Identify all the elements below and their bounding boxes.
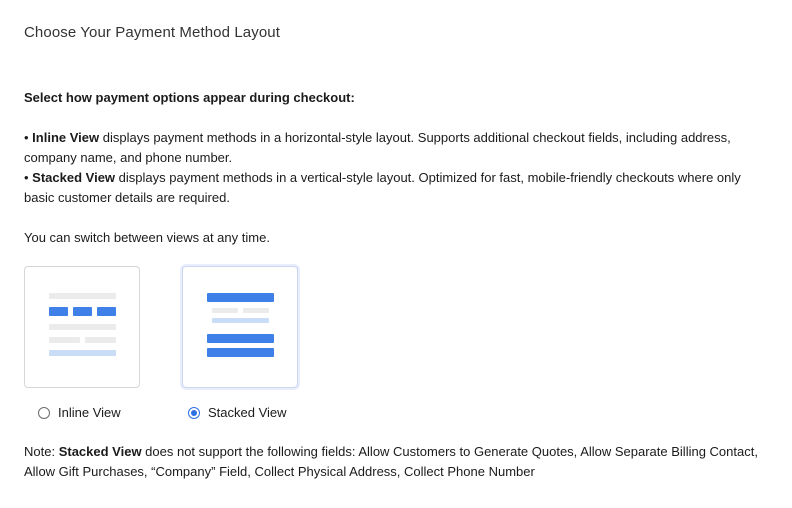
inline-view-radio-option[interactable]: Inline View — [38, 405, 121, 420]
inline-view-radio[interactable] — [38, 406, 50, 419]
switch-note: You can switch between views at any time… — [24, 230, 270, 245]
layout-description: Select how payment options appear during… — [24, 88, 764, 248]
preview-bar — [85, 337, 116, 343]
preview-button — [49, 307, 68, 316]
note-prefix: Note: — [24, 444, 59, 459]
stacked-view-card[interactable] — [182, 266, 298, 388]
inline-view-card[interactable] — [24, 266, 140, 388]
preview-bar — [212, 308, 238, 313]
inline-view-name: Inline View — [32, 130, 100, 145]
preview-button — [97, 307, 116, 316]
stacked-view-label: Stacked View — [208, 405, 287, 420]
stacked-view-radio-option[interactable]: Stacked View — [188, 405, 287, 420]
bullet: • — [24, 130, 33, 145]
preview-button — [73, 307, 92, 316]
inline-description: • Inline View displays payment methods i… — [24, 128, 764, 168]
preview-bar — [49, 324, 116, 330]
preview-bar — [49, 337, 80, 343]
preview-button — [207, 348, 274, 357]
preview-button — [207, 293, 274, 302]
preview-bar — [212, 318, 269, 323]
inline-view-label: Inline View — [58, 405, 121, 420]
preview-button — [207, 334, 274, 343]
description-heading: Select how payment options appear during… — [24, 90, 355, 105]
page-title: Choose Your Payment Method Layout — [24, 24, 280, 41]
stacked-view-note: Note: Stacked View does not support the … — [24, 442, 774, 482]
preview-bar — [49, 293, 116, 299]
stacked-description: • Stacked View displays payment methods … — [24, 168, 764, 208]
stacked-view-radio[interactable] — [188, 406, 200, 419]
stacked-view-name: Stacked View — [32, 170, 116, 185]
preview-bar — [49, 350, 116, 356]
stacked-description-text: displays payment methods in a vertical-s… — [24, 170, 741, 205]
inline-description-text: displays payment methods in a horizontal… — [24, 130, 731, 165]
note-view-name: Stacked View — [58, 444, 142, 459]
preview-bar — [243, 308, 269, 313]
bullet: • — [24, 170, 33, 185]
